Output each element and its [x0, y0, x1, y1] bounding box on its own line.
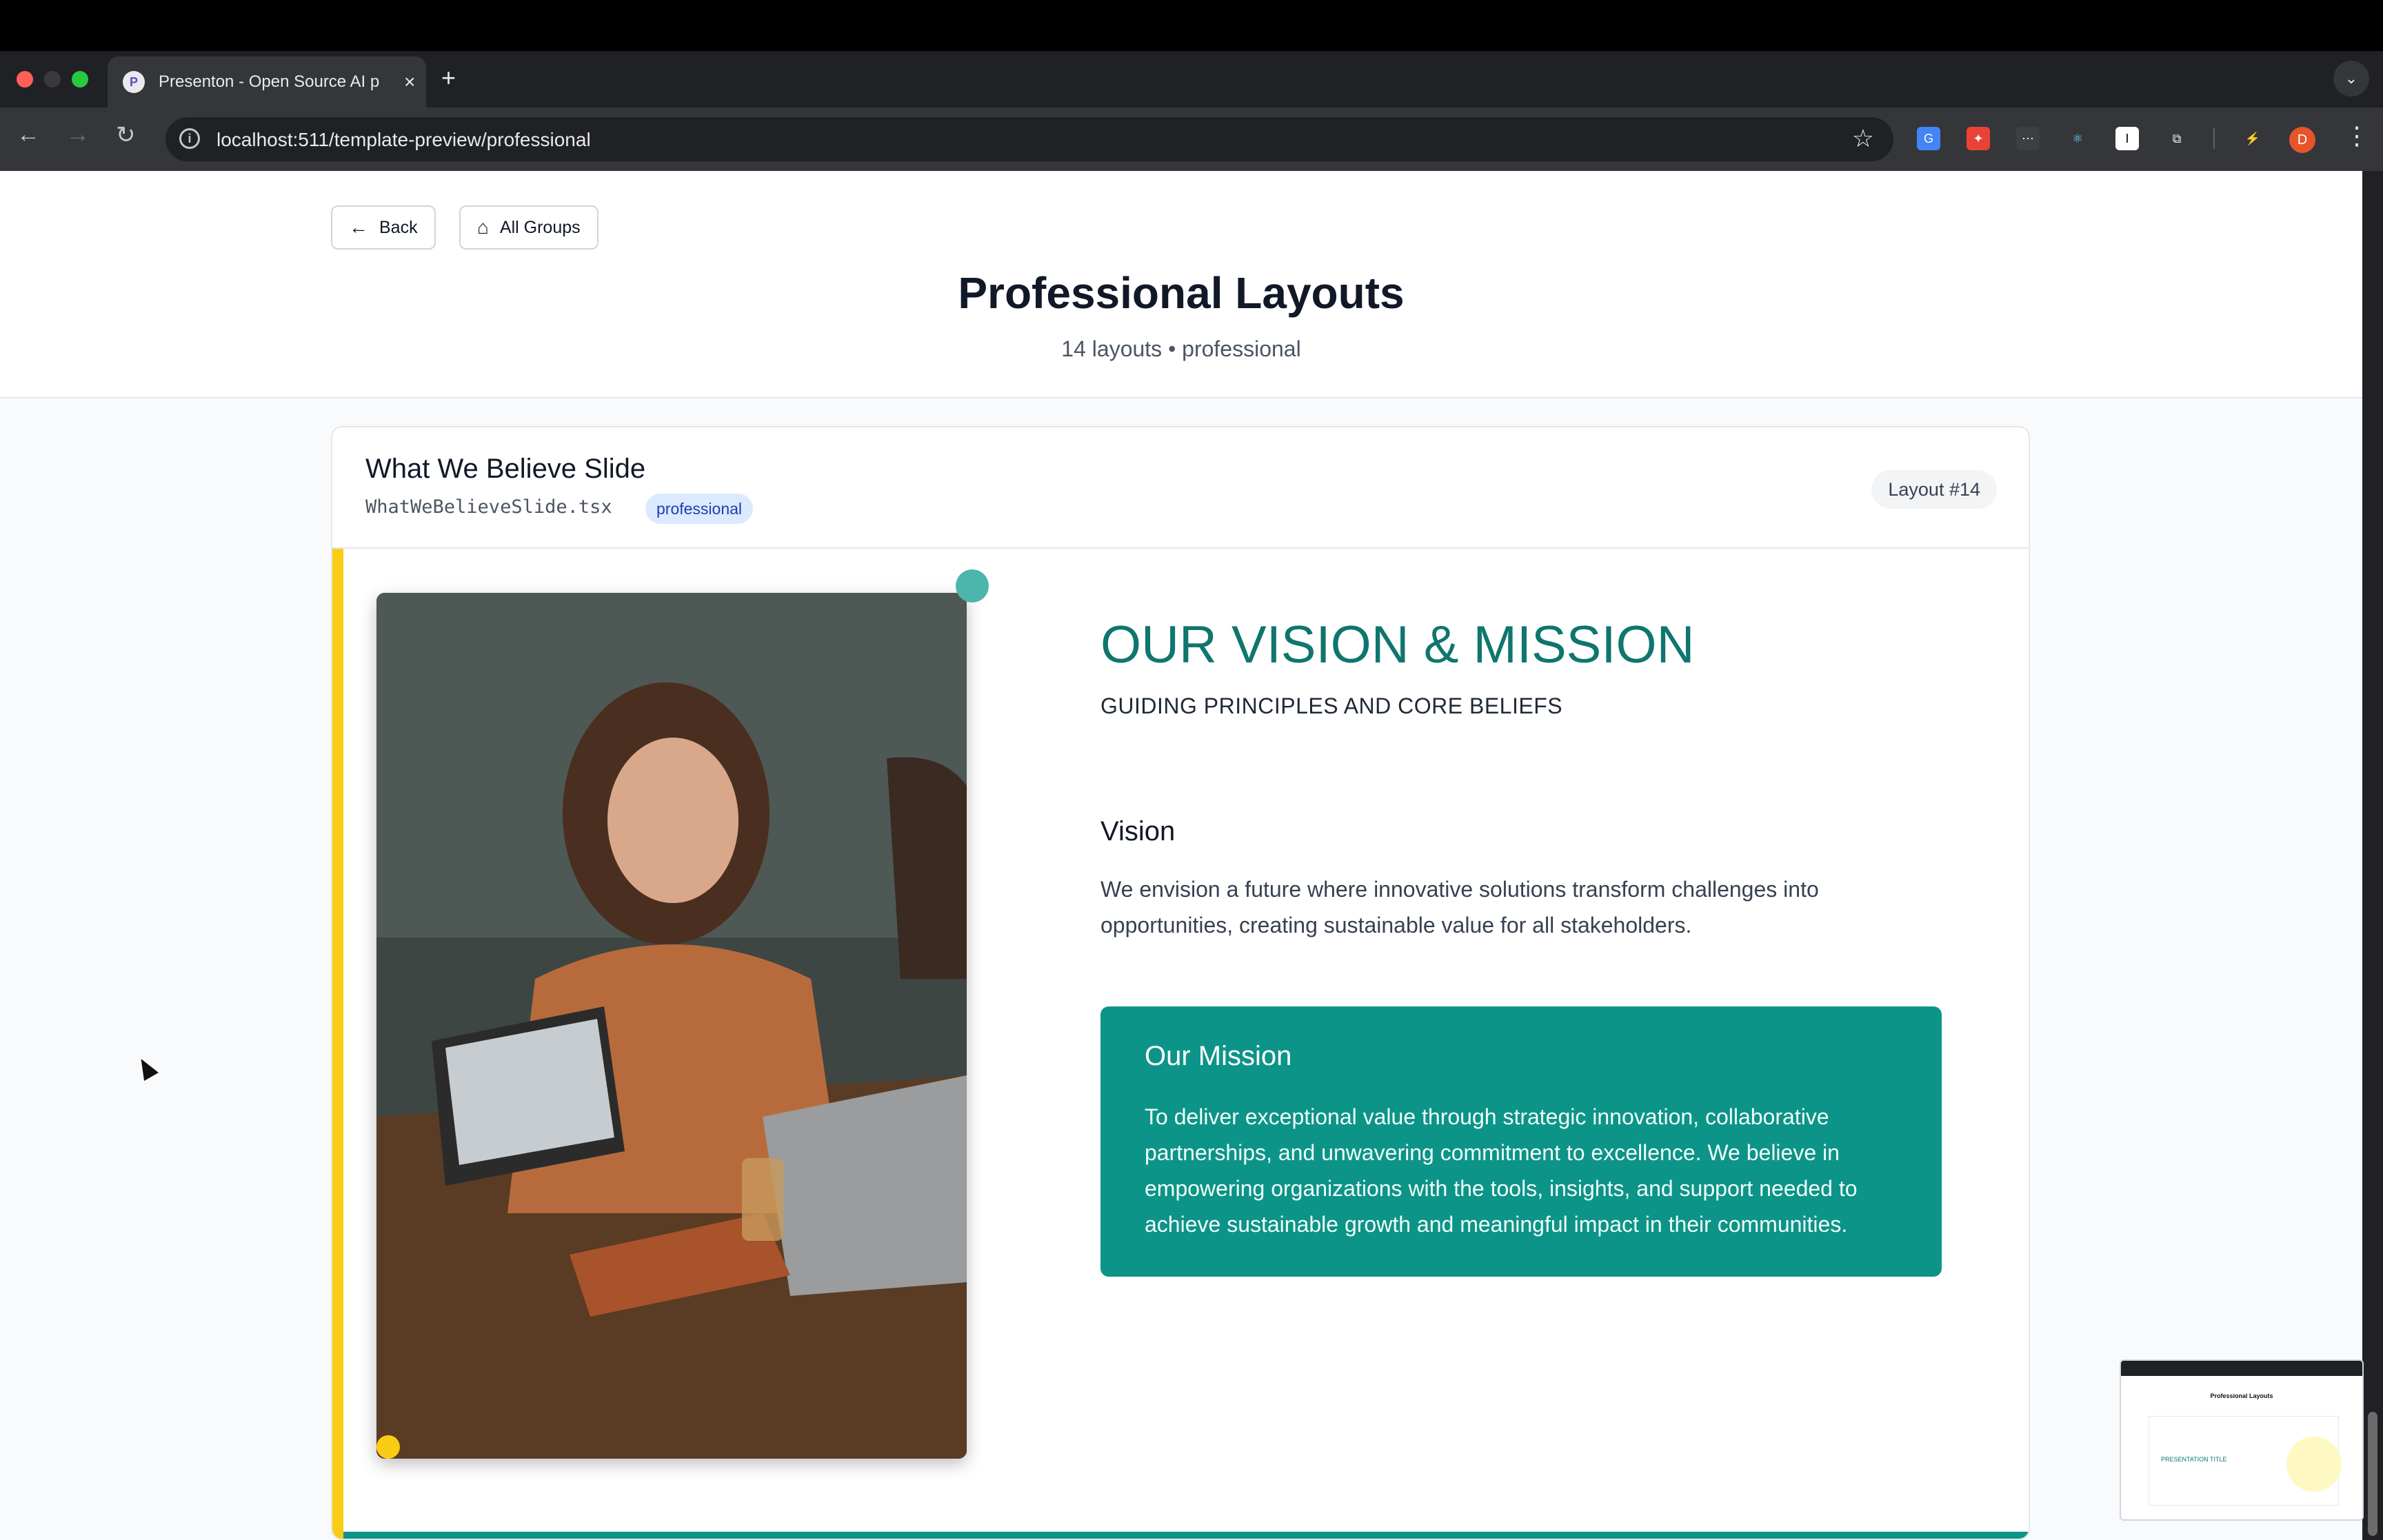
layout-card-header: What We Believe Slide WhatWeBelieveSlide… [332, 427, 2029, 549]
reload-icon[interactable]: ↻ [116, 121, 136, 149]
tab-search-button[interactable]: ⌄ [2333, 61, 2369, 97]
puzzle-extensions-icon[interactable]: ⧉ [2165, 127, 2189, 150]
scrollbar-thumb[interactable] [2368, 1412, 2377, 1536]
address-bar[interactable]: i localhost:511/template-preview/profess… [165, 117, 1893, 161]
layout-card: What We Believe Slide WhatWeBelieveSlide… [331, 426, 2030, 1540]
bookmark-star-icon[interactable]: ☆ [1852, 124, 1874, 153]
vision-heading: Vision [1100, 816, 1176, 847]
accent-bottom-bar [343, 1532, 2029, 1539]
forward-arrow-icon[interactable]: → [66, 121, 90, 148]
thumbnail-toolbar [2121, 1361, 2362, 1376]
tab-title: Presenton - Open Source AI p [159, 72, 380, 91]
thumbnail-circle [2286, 1437, 2342, 1492]
all-groups-label: All Groups [499, 217, 581, 237]
minimize-window-button[interactable] [44, 71, 61, 88]
home-icon: ⌂ [477, 216, 489, 238]
page-title: Professional Layouts [958, 268, 1405, 318]
slide-title: OUR VISION & MISSION [1100, 616, 1695, 674]
react-extension-icon[interactable]: ⚛ [2066, 127, 2089, 150]
translate-extension-icon[interactable]: G [1917, 127, 1940, 150]
slide-subtitle: GUIDING PRINCIPLES AND CORE BELIEFS [1100, 693, 1563, 718]
back-button-label: Back [379, 217, 418, 237]
mission-text: To deliver exceptional value through str… [1145, 1104, 1858, 1237]
team-photo [376, 593, 967, 1459]
layout-name: What We Believe Slide [365, 454, 646, 484]
menu-bar [0, 0, 2383, 51]
thumbnail-title: Professional Layouts [2210, 1392, 2273, 1399]
rocket-extension-icon[interactable]: ✦ [1967, 127, 1990, 150]
decorative-teal-dot [956, 569, 989, 602]
site-info-icon[interactable]: i [179, 128, 200, 149]
page-content: ← Back ⌂ All Groups Professional Layouts… [0, 171, 2362, 1540]
layout-file-name: WhatWeBelieveSlide.tsx [365, 496, 612, 518]
slide-preview: OUR VISION & MISSION GUIDING PRINCIPLES … [332, 549, 2029, 1539]
url-text[interactable]: localhost:511/template-preview/professio… [217, 129, 591, 151]
group-tag: professional [645, 494, 754, 524]
vision-text: We envision a future where innovative so… [1100, 877, 1819, 938]
arrow-left-icon: ← [349, 216, 368, 238]
page-scrollbar[interactable] [2362, 171, 2383, 1540]
mission-box: Our Mission To deliver exceptional value… [1100, 1006, 1942, 1277]
browser-tab[interactable]: P Presenton - Open Source AI p × [108, 57, 426, 108]
mission-heading: Our Mission [1145, 1041, 1292, 1071]
back-arrow-icon[interactable]: ← [17, 121, 40, 148]
dots-extension-icon[interactable]: ⋯ [2016, 127, 2040, 150]
favicon-icon: P [123, 71, 145, 93]
maximize-window-button[interactable] [72, 71, 88, 88]
layout-number-badge: Layout #14 [1871, 470, 1997, 509]
mouse-cursor [134, 1055, 159, 1081]
reader-extension-icon[interactable]: I [2115, 127, 2139, 150]
toolbar-divider [2213, 128, 2215, 149]
accent-left-bar [332, 549, 343, 1539]
all-groups-button[interactable]: ⌂ All Groups [459, 205, 599, 250]
photo-illustration [376, 593, 967, 1459]
close-tab-icon[interactable]: × [404, 71, 415, 93]
back-button[interactable]: ← Back [331, 205, 436, 250]
browser-menu-icon[interactable]: ⋮ [2344, 121, 2369, 150]
page-header: ← Back ⌂ All Groups Professional Layouts… [0, 171, 2362, 398]
decorative-yellow-dot [376, 1435, 400, 1459]
performance-icon[interactable]: ⚡ [2241, 127, 2264, 150]
new-tab-button[interactable]: + [441, 63, 456, 92]
screenshot-thumbnail[interactable]: Professional Layouts PRESENTATION TITLE [2120, 1359, 2364, 1521]
close-window-button[interactable] [17, 71, 33, 88]
page-subtitle: 14 layouts • professional [1061, 336, 1301, 361]
thumbnail-slide-title: PRESENTATION TITLE [2161, 1456, 2227, 1463]
profile-avatar[interactable]: D [2289, 127, 2315, 153]
